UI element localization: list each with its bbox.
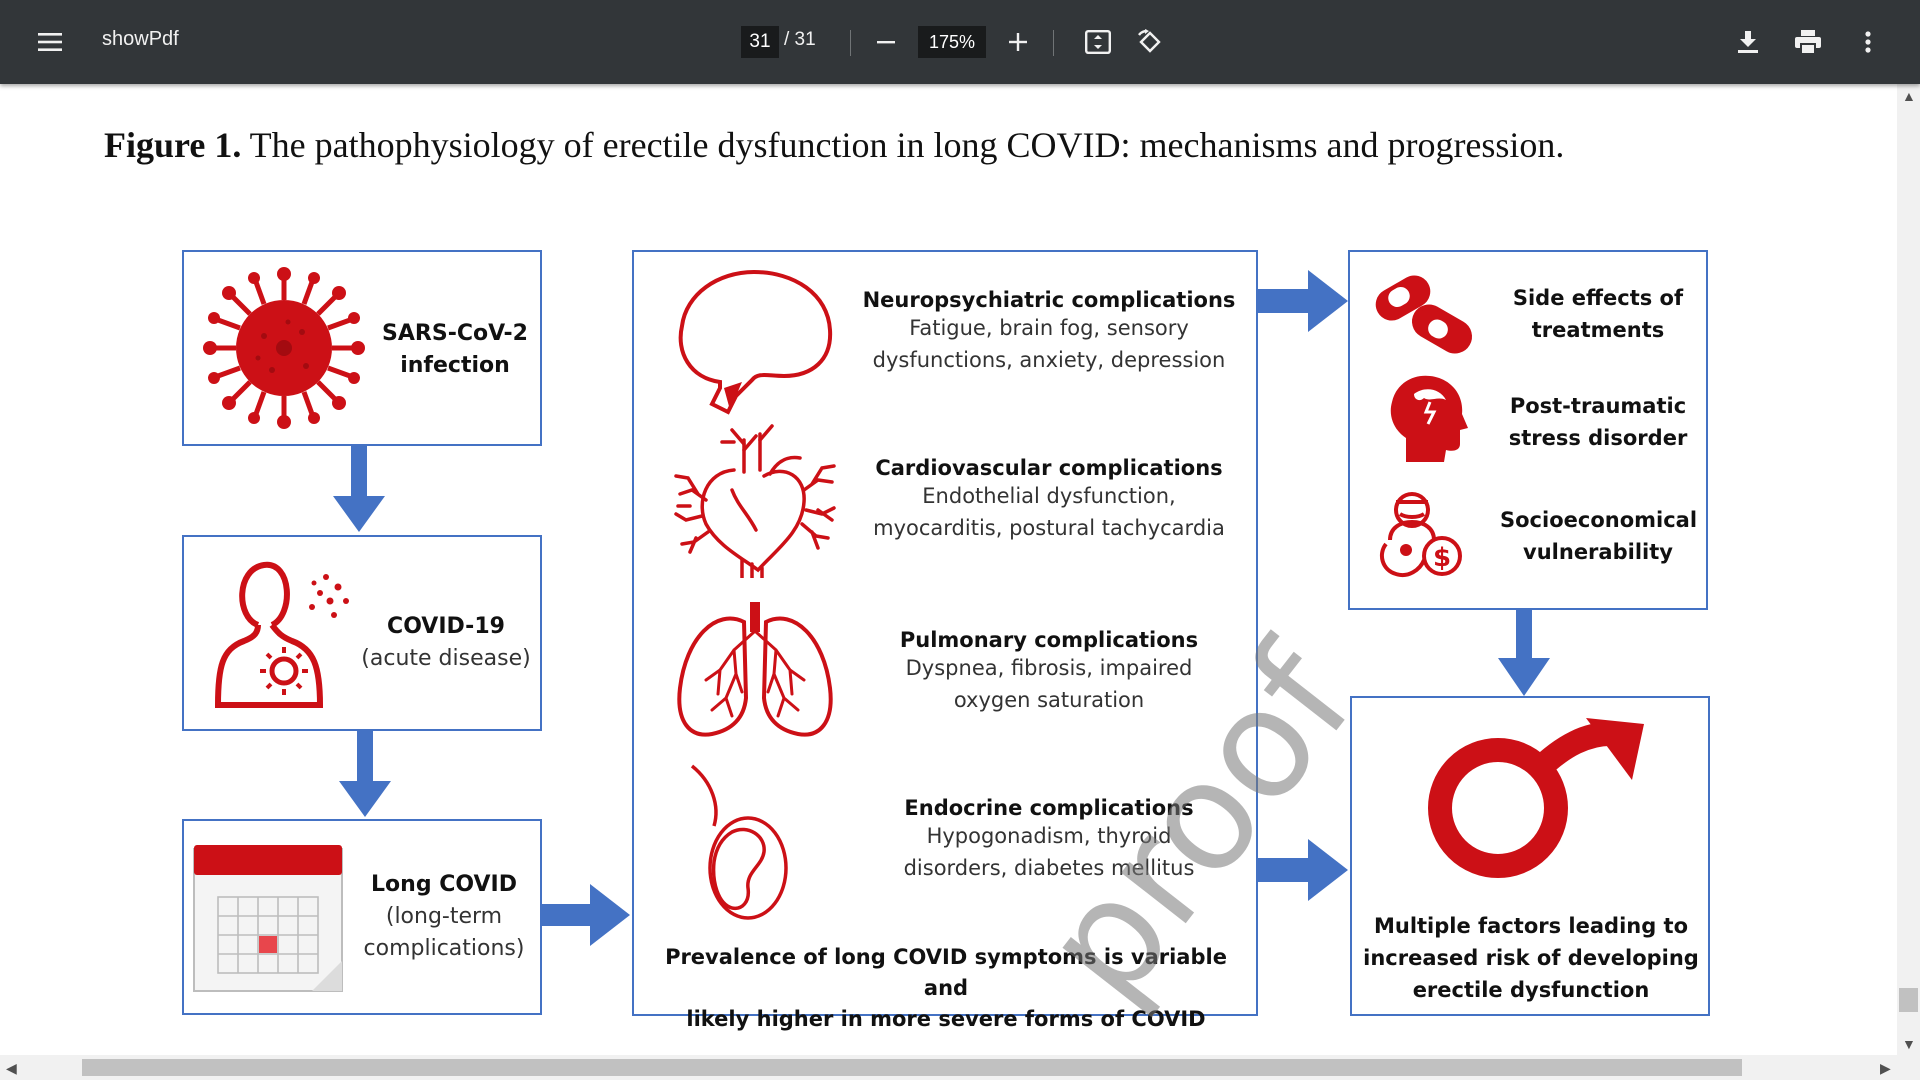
head-stress-icon bbox=[1390, 375, 1468, 462]
rotate-button[interactable] bbox=[1130, 22, 1170, 62]
minus-icon bbox=[877, 40, 895, 43]
vertical-scroll-thumb[interactable] bbox=[1899, 988, 1918, 1012]
conclusion-label: Multiple factors leading to increased ris… bbox=[1363, 914, 1699, 1002]
sars-cov-2-box: SARS-CoV-2 infection bbox=[182, 250, 542, 446]
toolbar-divider bbox=[850, 30, 851, 56]
rotate-icon bbox=[1138, 29, 1161, 53]
arrow-down-2 bbox=[339, 729, 391, 817]
virus-icon bbox=[203, 267, 365, 429]
document-title: showPdf bbox=[102, 28, 179, 50]
more-options-button[interactable] bbox=[1848, 22, 1888, 62]
arrow-down-1 bbox=[333, 444, 385, 532]
prevalence-note: Prevalence of long COVID symptoms is var… bbox=[665, 945, 1227, 1031]
male-symbol-icon bbox=[1428, 718, 1644, 878]
pulmonary-text: Pulmonary complications Dyspnea, fibrosi… bbox=[899, 628, 1199, 712]
page-number-input[interactable]: 31 bbox=[741, 26, 779, 58]
patient-icon bbox=[214, 561, 349, 708]
brain-icon bbox=[678, 269, 833, 415]
arrow-right-1 bbox=[542, 884, 630, 946]
side-effects-label: Side effects of treatments bbox=[1512, 286, 1684, 342]
sars-cov-2-label: SARS-CoV-2 infection bbox=[382, 321, 528, 378]
vertical-scrollbar[interactable] bbox=[1897, 84, 1920, 1055]
money-worry-icon: $ bbox=[1379, 492, 1462, 577]
fit-page-icon bbox=[1085, 30, 1111, 54]
download-icon bbox=[1738, 31, 1758, 53]
print-icon bbox=[1795, 30, 1821, 54]
pills-icon bbox=[1375, 275, 1472, 354]
scroll-down-arrow-icon[interactable]: ▼ bbox=[1902, 1036, 1916, 1052]
cardiovascular-text: Cardiovascular complications Endothelial… bbox=[873, 456, 1225, 540]
svg-text:$: $ bbox=[1433, 543, 1451, 573]
plus-icon bbox=[1009, 33, 1027, 51]
horizontal-scroll-thumb[interactable] bbox=[82, 1059, 1742, 1076]
fit-page-button[interactable] bbox=[1078, 22, 1118, 62]
arrow-down-3 bbox=[1498, 608, 1550, 696]
erectile-dysfunction-box: Multiple factors leading to increased ris… bbox=[1350, 696, 1710, 1016]
zoom-out-button[interactable] bbox=[866, 22, 906, 62]
endocrine-icon bbox=[690, 764, 788, 920]
more-vert-icon bbox=[1865, 31, 1871, 53]
covid-19-label: COVID-19 (acute disease) bbox=[361, 614, 531, 671]
scroll-up-arrow-icon[interactable]: ▲ bbox=[1902, 88, 1916, 104]
pdf-page-viewport: Figure 1. The pathophysiology of erectil… bbox=[0, 84, 1897, 1055]
complications-box: Neuropsychiatric complications Fatigue, … bbox=[632, 250, 1258, 1031]
pdf-toolbar: showPdf 31 / 31 175% bbox=[0, 0, 1920, 84]
lungs-icon bbox=[677, 602, 833, 737]
long-covid-label: Long COVID (long-term complications) bbox=[363, 872, 525, 961]
page-total: / 31 bbox=[784, 29, 816, 50]
endocrine-text: Endocrine complications Hypogonadism, th… bbox=[903, 796, 1195, 880]
download-button[interactable] bbox=[1728, 22, 1768, 62]
arrow-right-2 bbox=[1258, 270, 1348, 332]
neuropsychiatric-text: Neuropsychiatric complications Fatigue, … bbox=[862, 288, 1236, 372]
toolbar-divider bbox=[1053, 30, 1054, 56]
risk-factors-box: Side effects of treatments Post-traumatic… bbox=[1348, 250, 1708, 610]
calendar-icon bbox=[193, 845, 343, 992]
zoom-input[interactable]: 175% bbox=[918, 26, 986, 58]
long-covid-box: Long COVID (long-term complications) bbox=[182, 819, 542, 1015]
scroll-left-arrow-icon[interactable]: ◀ bbox=[6, 1060, 17, 1077]
print-button[interactable] bbox=[1788, 22, 1828, 62]
heart-icon bbox=[674, 424, 836, 578]
arrow-right-3 bbox=[1258, 839, 1348, 901]
covid-19-box: COVID-19 (acute disease) bbox=[182, 535, 542, 731]
ptsd-label: Post-traumatic stress disorder bbox=[1508, 394, 1688, 450]
scroll-right-arrow-icon[interactable]: ▶ bbox=[1880, 1060, 1891, 1077]
menu-icon[interactable] bbox=[28, 22, 72, 62]
zoom-in-button[interactable] bbox=[998, 22, 1038, 62]
socioeconomic-label: Socioeconomical vulnerability bbox=[1500, 508, 1698, 564]
